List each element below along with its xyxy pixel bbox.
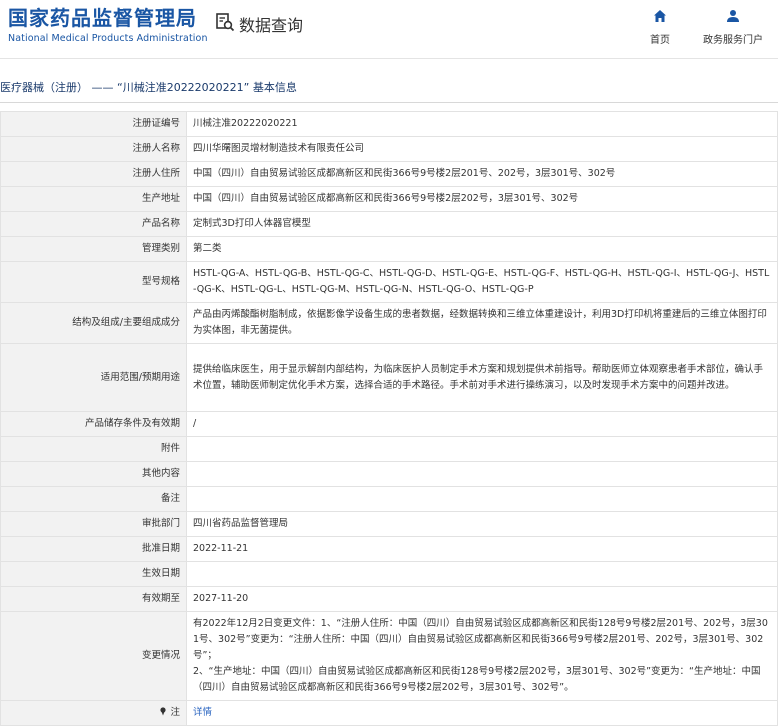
field-value: 川械注准20222020221 [186, 111, 778, 137]
field-value: 第二类 [186, 236, 778, 262]
field-value: 四川华曙图灵增材制造技术有限责任公司 [186, 136, 778, 162]
field-label: 产品名称 [0, 211, 187, 237]
field-value: 产品由丙烯酸酯树脂制成，依据影像学设备生成的患者数据，经数据转换和三维立体重建设… [186, 302, 778, 344]
field-label: 注册人名称 [0, 136, 187, 162]
field-label: 生产地址 [0, 186, 187, 212]
field-label: 有效期至 [0, 586, 187, 612]
field-label: 管理类别 [0, 236, 187, 262]
data-query-label: 数据查询 [239, 16, 304, 35]
nav-government-services-label: 政务服务门户 [703, 35, 763, 46]
field-value: 中国（四川）自由贸易试验区成都高新区和民街366号9号楼2层202号，3层301… [186, 186, 778, 212]
table-row: 生产地址 中国（四川）自由贸易试验区成都高新区和民街366号9号楼2层202号，3… [0, 186, 778, 212]
field-value: 提供给临床医生，用于显示解剖内部结构，为临床医护人员制定手术方案和规划提供术前指… [186, 343, 778, 412]
nav-home[interactable]: 首页 [650, 8, 670, 46]
table-row: 结构及组成/主要组成成分 产品由丙烯酸酯树脂制成，依据影像学设备生成的患者数据，经… [0, 302, 778, 344]
device-info-table: 注册证编号 川械注准20222020221 注册人名称 四川华曙图灵增材制造技术有限责… [0, 111, 778, 726]
field-value: 2022-11-21 [186, 536, 778, 562]
field-value: 定制式3D打印人体器官模型 [186, 211, 778, 237]
field-label: 其他内容 [0, 461, 187, 487]
field-label: 备注 [0, 486, 187, 512]
table-row: 注册人住所 中国（四川）自由贸易试验区成都高新区和民街366号9号楼2层201号、… [0, 161, 778, 187]
table-row: 附件 [0, 436, 778, 462]
nav-government-services[interactable]: 政务服务门户 [703, 8, 763, 46]
field-label: 审批部门 [0, 511, 187, 537]
search-document-icon [215, 12, 235, 36]
table-row: 管理类别 第二类 [0, 236, 778, 262]
note-value-cell: 详情 [186, 700, 778, 726]
site-logo[interactable]: 国家药品监督管理局 National Medical Products Admi… [8, 6, 208, 44]
field-value: HSTL-QG-A、HSTL-QG-B、HSTL-QG-C、HSTL-QG-D、… [186, 261, 778, 303]
field-value [186, 461, 778, 487]
field-value: 2027-11-20 [186, 586, 778, 612]
field-value: / [186, 411, 778, 437]
table-row: 注册证编号 川械注准20222020221 [0, 111, 778, 137]
table-row: 产品名称 定制式3D打印人体器官模型 [0, 211, 778, 237]
breadcrumb: 医疗器械（注册） —— “川械注准20222020221” 基本信息 [0, 81, 297, 94]
table-row: 生效日期 [0, 561, 778, 587]
table-row: 批准日期 2022-11-21 [0, 536, 778, 562]
table-row-note: 注 详情 [0, 700, 778, 726]
table-row: 产品储存条件及有效期 / [0, 411, 778, 437]
pin-icon [159, 707, 170, 718]
field-value: 中国（四川）自由贸易试验区成都高新区和民街366号9号楼2层201号、202号，… [186, 161, 778, 187]
field-value [186, 436, 778, 462]
field-label: 注册人住所 [0, 161, 187, 187]
field-value [186, 561, 778, 587]
table-row: 有效期至 2027-11-20 [0, 586, 778, 612]
field-label: 产品储存条件及有效期 [0, 411, 187, 437]
field-label: 适用范围/预期用途 [0, 343, 187, 412]
table-row: 注册人名称 四川华曙图灵增材制造技术有限责任公司 [0, 136, 778, 162]
user-icon [726, 8, 740, 27]
field-value: 四川省药品监督管理局 [186, 511, 778, 537]
table-row: 型号规格 HSTL-QG-A、HSTL-QG-B、HSTL-QG-C、HSTL-Q… [0, 261, 778, 303]
table-row: 审批部门 四川省药品监督管理局 [0, 511, 778, 537]
field-label: 生效日期 [0, 561, 187, 587]
field-label: 批准日期 [0, 536, 187, 562]
field-value [186, 486, 778, 512]
logo-english: National Medical Products Administration [8, 33, 208, 44]
field-label: 附件 [0, 436, 187, 462]
field-label: 结构及组成/主要组成成分 [0, 302, 187, 344]
breadcrumb-divider [0, 102, 778, 103]
home-icon [653, 8, 667, 27]
data-query-title: 数据查询 [215, 12, 303, 36]
note-label: 注 [170, 707, 180, 718]
table-row: 其他内容 [0, 461, 778, 487]
table-row: 适用范围/预期用途 提供给临床医生，用于显示解剖内部结构，为临床医护人员制定手术方… [0, 343, 778, 412]
site-header: 国家药品监督管理局 National Medical Products Admi… [0, 0, 778, 59]
field-label: 型号规格 [0, 261, 187, 303]
note-label-cell: 注 [0, 700, 187, 726]
field-label: 注册证编号 [0, 111, 187, 137]
table-row: 变更情况 有2022年12月2日变更文件：1、“注册人住所：中国（四川）自由贸易试… [0, 611, 778, 701]
field-value: 有2022年12月2日变更文件：1、“注册人住所：中国（四川）自由贸易试验区成都… [186, 611, 778, 701]
details-link[interactable]: 详情 [193, 707, 212, 718]
table-row: 备注 [0, 486, 778, 512]
field-label: 变更情况 [0, 611, 187, 701]
nav-home-label: 首页 [650, 35, 670, 46]
logo-chinese: 国家药品监督管理局 [8, 6, 197, 30]
